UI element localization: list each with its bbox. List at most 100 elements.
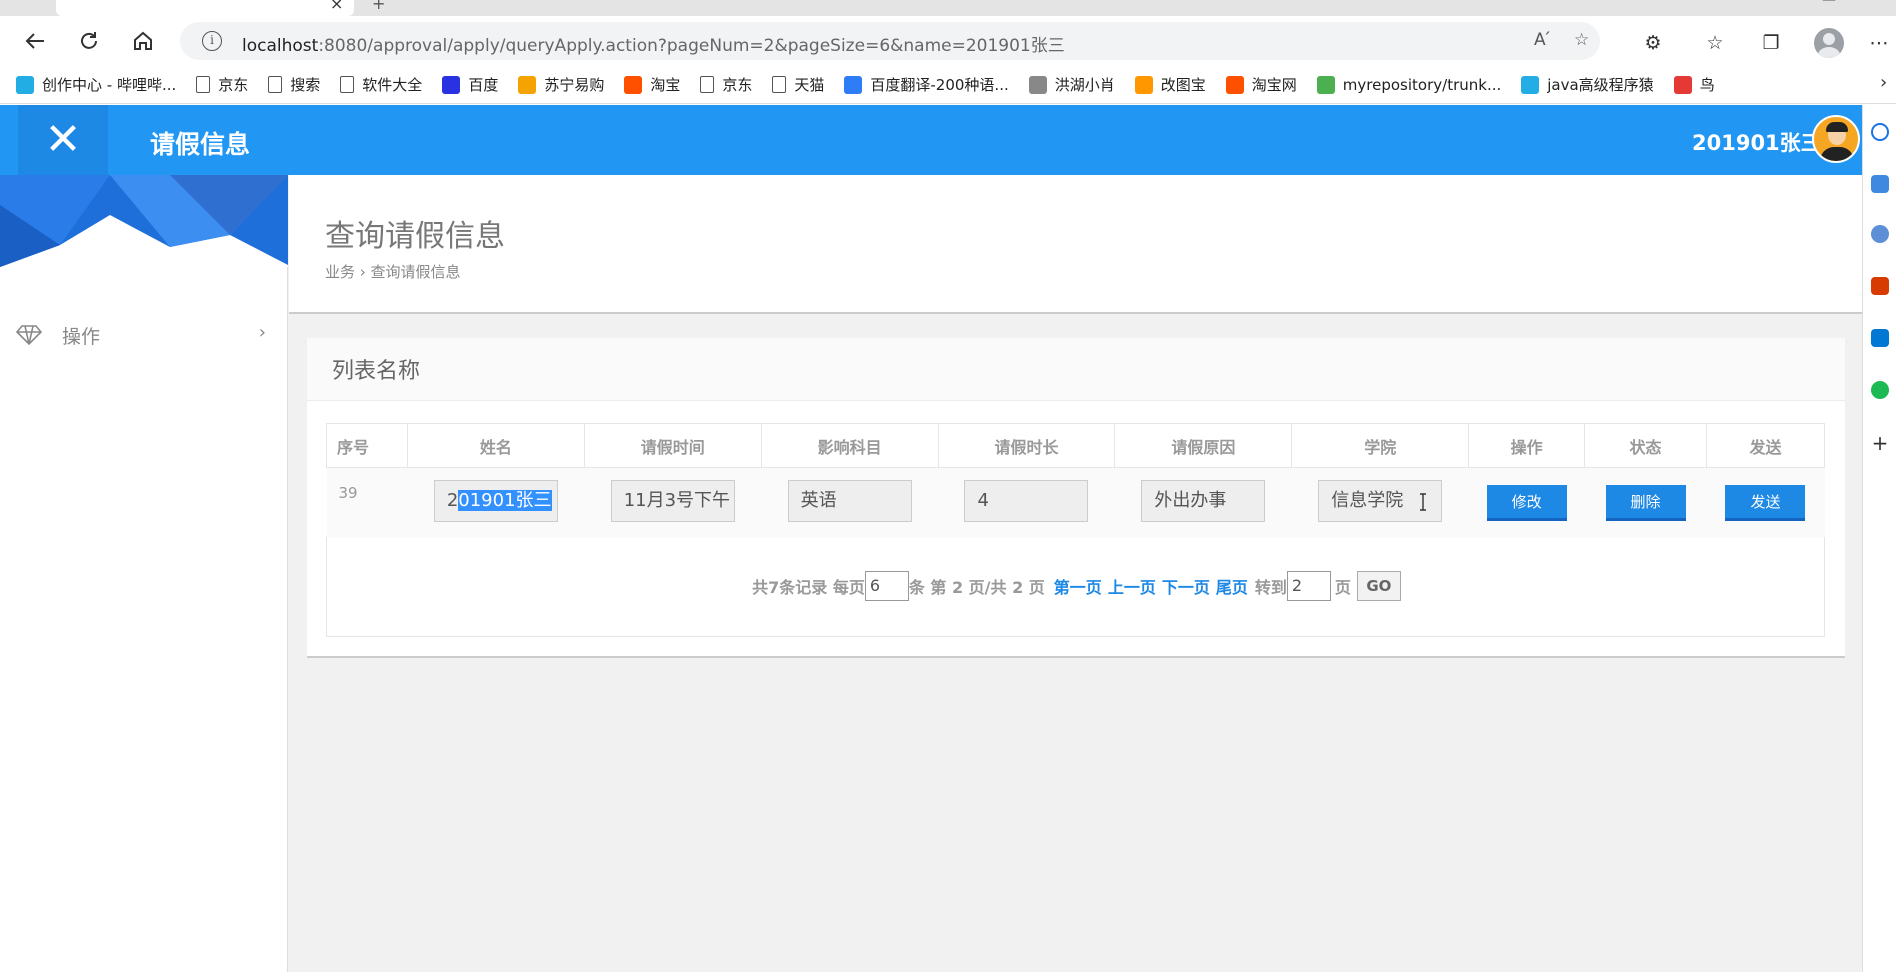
sidebar: 操作 › (0, 175, 288, 972)
people-icon[interactable] (1871, 225, 1889, 243)
bookmark-label: 洪湖小肖 (1054, 76, 1115, 94)
sidebar-banner (0, 175, 288, 267)
back-icon[interactable] (18, 24, 52, 58)
col-header-time: 请假时间 (583, 423, 762, 468)
diamond-icon (16, 325, 42, 345)
bookmark-item[interactable]: 淘宝 (624, 74, 680, 95)
next-page-link[interactable]: 下一页 (1162, 574, 1210, 598)
app-title: 请假信息 (150, 130, 251, 159)
new-tab-icon[interactable]: + (372, 0, 385, 13)
pager-status: 条 第 2 页/共 2 页 (908, 578, 1045, 597)
bookmark-label: 搜索 (290, 76, 321, 94)
top-bar: ✕ 请假信息 201901张三 (0, 105, 1862, 175)
edit-button[interactable]: 修改 (1486, 484, 1567, 521)
page-icon (196, 76, 211, 93)
bookmark-label: myrepository/trunk... (1342, 75, 1502, 94)
bird-icon (1028, 75, 1047, 94)
pager-container: 共7条记录 每页 6 条 第 2 页/共 2 页 第一页 上一页 下一页 尾页 … (326, 537, 1825, 637)
panel-header: 列表名称 (307, 338, 1845, 401)
bookmark-item[interactable]: myrepository/trunk... (1316, 75, 1502, 94)
col-header-duration: 请假时长 (937, 423, 1116, 468)
baidu-icon (442, 75, 461, 94)
col-header-subject: 影响科目 (760, 423, 939, 468)
add-icon[interactable]: + (1871, 433, 1889, 453)
bookmark-item[interactable]: 京东 (700, 74, 752, 95)
app-root: ✕ 请假信息 201901张三 操作 › 查询请假信息 业务 › 查询请假信息 (0, 105, 1862, 972)
page-icon (772, 76, 787, 93)
user-name[interactable]: 201901张三 (1692, 127, 1822, 157)
bookmark-item[interactable]: 鸟 (1673, 74, 1715, 95)
text-cursor-icon (1420, 493, 1426, 511)
bookmark-label: java高级程序猿 (1547, 76, 1654, 94)
go-button[interactable]: GO (1356, 571, 1401, 601)
outlook-icon[interactable] (1871, 329, 1889, 347)
bookmark-label: 天猫 (794, 76, 825, 94)
bookmark-item[interactable]: java高级程序猿 (1521, 74, 1654, 95)
bookmark-item[interactable]: 改图宝 (1134, 74, 1206, 95)
bookmark-item[interactable]: 苏宁易购 (518, 74, 604, 95)
send-button[interactable]: 发送 (1725, 484, 1806, 521)
bilibili-icon (16, 75, 34, 94)
user-avatar[interactable] (1812, 115, 1860, 163)
browser-tab-active[interactable] (56, 0, 354, 16)
bookmark-item[interactable]: 百度 (442, 74, 498, 95)
bookmark-item[interactable]: 软件大全 (340, 74, 422, 95)
taobao-icon (1225, 75, 1244, 94)
bookmark-label: 淘宝网 (1251, 76, 1297, 94)
bird-red-icon (1673, 75, 1692, 94)
translate-icon (844, 75, 863, 94)
bookmarks-more-icon[interactable]: › (1880, 72, 1887, 93)
menu-toggle-button[interactable]: ✕ (18, 105, 108, 175)
sidebar-item-operation[interactable]: 操作 › (16, 320, 272, 350)
bookmark-item[interactable]: 创作中心 - 哔哩哔... (16, 74, 176, 95)
last-page-link[interactable]: 尾页 (1216, 574, 1248, 598)
add-favorite-icon[interactable]: ☆ (1574, 30, 1589, 50)
shopping-icon[interactable] (1871, 175, 1889, 193)
office-icon[interactable] (1871, 277, 1889, 295)
bookmark-item[interactable]: 淘宝网 (1225, 74, 1297, 95)
url-text[interactable]: localhost:8080/approval/apply/queryApply… (242, 31, 1065, 56)
col-header-name: 姓名 (406, 423, 585, 468)
bookmark-item[interactable]: 天猫 (772, 74, 824, 95)
prev-page-link[interactable]: 上一页 (1108, 574, 1156, 598)
window-minimize-icon[interactable]: — (1822, 0, 1836, 8)
url-bar[interactable]: i localhost:8080/approval/apply/queryApp… (180, 22, 1600, 60)
reload-icon[interactable] (72, 24, 106, 58)
delete-button[interactable]: 删除 (1605, 484, 1686, 521)
name-field[interactable]: 201901张三 (433, 479, 558, 522)
read-aloud-icon[interactable]: A՛ (1534, 30, 1550, 50)
col-header-index: 序号 (326, 423, 408, 468)
table-header-row: 序号 姓名 请假时间 影响科目 请假时长 请假原因 学院 操作 状态 发送 (326, 423, 1826, 468)
collections-icon[interactable]: ❐ (1758, 30, 1784, 56)
chrome-icon (1316, 75, 1335, 94)
bookmark-label: 京东 (218, 76, 249, 94)
gaitubao-icon (1134, 75, 1153, 94)
more-menu-icon[interactable]: ⋯ (1866, 30, 1892, 56)
bilibili-icon (1521, 75, 1540, 94)
home-icon[interactable] (126, 24, 160, 58)
bookmark-item[interactable]: 百度翻译-200种语... (844, 74, 1009, 95)
bookmark-item[interactable]: 京东 (196, 74, 248, 95)
profile-avatar[interactable] (1814, 28, 1844, 58)
favorites-icon[interactable]: ☆ (1702, 30, 1728, 56)
goto-page-input[interactable]: 2 (1286, 571, 1331, 601)
duration-field[interactable]: 4 (964, 479, 1089, 522)
spotify-icon[interactable] (1871, 381, 1889, 399)
extensions-icon[interactable]: ⚙ (1640, 30, 1666, 56)
col-header-status: 状态 (1584, 423, 1707, 468)
reason-field[interactable]: 外出办事 (1141, 479, 1266, 522)
bookmark-item[interactable]: 搜索 (268, 74, 320, 95)
first-page-link[interactable]: 第一页 (1054, 574, 1102, 598)
bookmark-item[interactable]: 洪湖小肖 (1028, 74, 1115, 95)
site-info-icon[interactable]: i (202, 31, 222, 51)
time-field[interactable]: 11月3号下午 (610, 479, 735, 522)
list-panel: 列表名称 序号 姓名 请假时间 影响科目 请假时长 请假原因 学院 操作 状态 … (307, 338, 1845, 658)
table-row: 39 201901张三 11月3号下午 英语 4 外出办事 信息学院 修改 删除… (326, 467, 1825, 538)
tab-close-icon[interactable]: × (330, 0, 343, 13)
search-icon[interactable] (1871, 123, 1889, 141)
suning-icon (518, 75, 537, 94)
bookmark-label: 百度翻译-200种语... (870, 76, 1009, 94)
subject-field[interactable]: 英语 (787, 479, 912, 522)
page-title: 查询请假信息 (325, 219, 505, 254)
page-size-input[interactable]: 6 (864, 571, 909, 601)
